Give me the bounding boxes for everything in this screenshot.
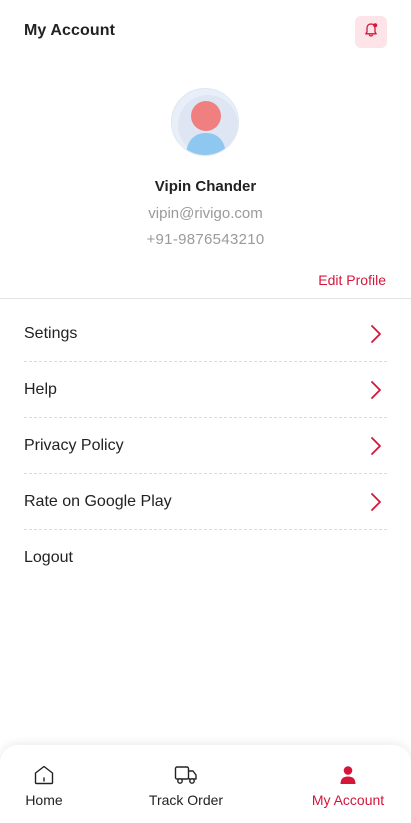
menu-item-privacy-policy[interactable]: Privacy Policy — [24, 418, 387, 474]
menu-item-label: Privacy Policy — [24, 436, 124, 454]
truck-icon — [173, 763, 199, 787]
nav-label: Track Order — [148, 792, 224, 808]
account-menu: Setings Help Privacy Policy Rate on Goog… — [24, 306, 387, 586]
home-icon — [31, 763, 57, 787]
user-email: vipin@rivigo.com — [148, 205, 263, 222]
page-title: My Account — [24, 22, 116, 39]
menu-item-label: Logout — [24, 549, 73, 566]
top-bar: My Account — [0, 0, 411, 64]
nav-track-order[interactable]: Track Order — [136, 745, 236, 823]
menu-item-rate-google-play[interactable]: Rate on Google Play — [24, 474, 387, 530]
nav-my-account[interactable]: My Account — [298, 745, 398, 823]
bell-icon — [362, 21, 380, 44]
nav-label: Home — [25, 792, 63, 808]
notification-button[interactable] — [355, 16, 387, 48]
nav-home[interactable]: Home — [4, 745, 84, 823]
section-divider — [0, 298, 411, 299]
nav-label: My Account — [311, 792, 385, 808]
user-name: Vipin Chander — [154, 178, 257, 195]
chevron-right-icon — [369, 380, 383, 400]
menu-item-help[interactable]: Help — [24, 362, 387, 418]
menu-item-logout[interactable]: Logout — [24, 530, 387, 586]
bottom-navigation: Home Track Order My Account — [0, 745, 411, 823]
chevron-right-icon — [369, 436, 383, 456]
menu-item-settings[interactable]: Setings — [24, 306, 387, 362]
menu-item-label: Help — [24, 380, 57, 398]
user-avatar-icon — [171, 88, 239, 156]
user-icon — [335, 763, 361, 787]
menu-item-label: Setings — [24, 324, 78, 342]
chevron-right-icon — [369, 324, 383, 344]
chevron-right-icon — [369, 492, 383, 512]
user-phone: +91-9876543210 — [146, 231, 265, 248]
menu-item-label: Rate on Google Play — [24, 492, 172, 510]
edit-profile-link[interactable]: Edit Profile — [318, 272, 386, 288]
